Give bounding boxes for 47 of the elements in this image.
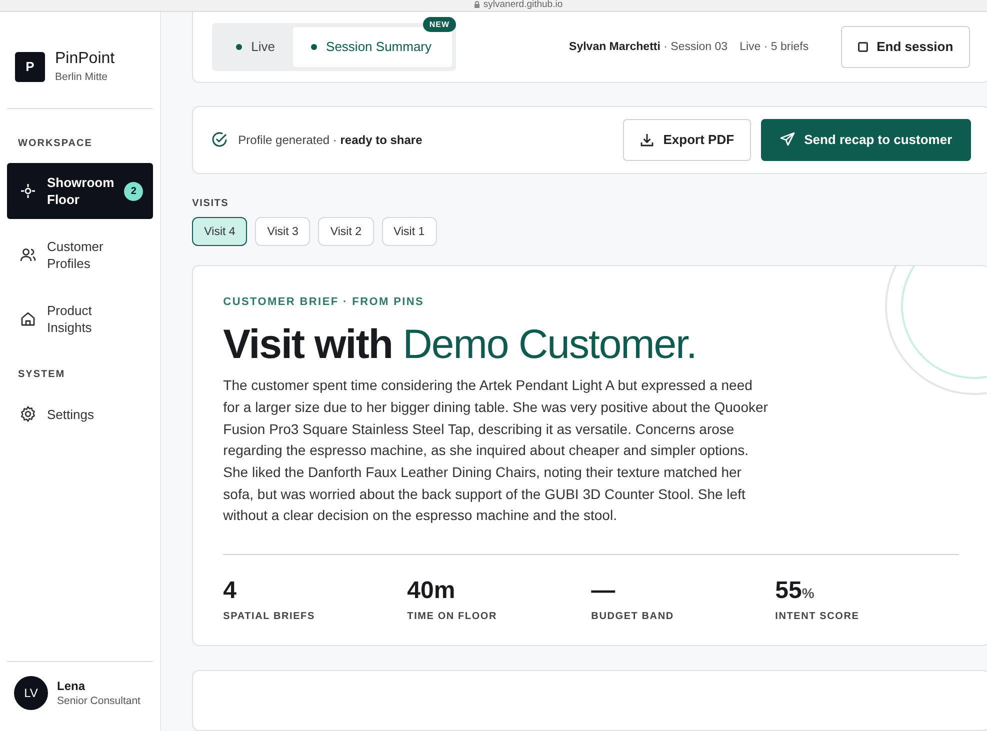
new-badge: NEW bbox=[423, 16, 456, 32]
brief-title: Visit with Demo Customer. bbox=[223, 321, 698, 368]
check-circle-icon bbox=[211, 131, 228, 148]
tab[interactable]: Session Summary bbox=[293, 26, 452, 67]
app-name: PinPoint bbox=[55, 50, 115, 68]
visit-chip[interactable]: Visit 4 bbox=[192, 217, 248, 246]
stat-value: 40m bbox=[407, 577, 456, 606]
download-icon bbox=[640, 132, 654, 147]
location-text: Berlin Mitte bbox=[55, 71, 109, 83]
user-name: Lena bbox=[57, 679, 86, 693]
session-status: Live · 5 briefs bbox=[740, 40, 809, 53]
crosshair-icon bbox=[19, 182, 37, 200]
logo: P bbox=[15, 52, 45, 82]
avatar: LV bbox=[14, 676, 48, 710]
stat-value: — bbox=[591, 577, 616, 606]
visit-chip[interactable]: Visit 3 bbox=[255, 217, 310, 246]
nav-item[interactable]: Product Insights bbox=[7, 291, 154, 347]
visit-chip[interactable]: Visit 1 bbox=[382, 217, 437, 246]
stat-label: INTENT SCORE bbox=[775, 611, 860, 622]
brief-text: The customer spent time considering the Artek Pendant Light A but expressed a need for a larger size due to her bigger dining table. She was very positive about the Quooker Fusion Pro3 Square Stainless Steel Tap, describing it as versatile. Concerns arose regarding the espresso machine, as she inquired about cheaper and simpler options. She liked the Danforth Faux Leather Dining Chairs, noting their texture matched her sofa, but was worried about the back support of the GUBI 3D Counter Stool. She left without a clear decision on the espresso machine and the stool. bbox=[223, 376, 768, 526]
stat-label: SPATIAL BRIEFS bbox=[223, 611, 316, 622]
nav-item[interactable]: Customer Profiles bbox=[7, 227, 154, 283]
home-icon bbox=[19, 310, 37, 328]
stat-label: BUDGET BAND bbox=[591, 611, 675, 622]
user-role: Senior Consultant bbox=[57, 695, 140, 707]
send-recap-button[interactable]: Send recap to customer bbox=[761, 118, 972, 161]
export-pdf-button[interactable]: Export PDF bbox=[623, 118, 752, 161]
section-heading: SYSTEM bbox=[17, 368, 66, 382]
end-session-button[interactable]: End session bbox=[840, 26, 970, 68]
nav-item[interactable]: Showroom Floor 2 bbox=[7, 163, 154, 219]
visits-label: VISITS bbox=[192, 198, 230, 210]
lock-icon bbox=[474, 1, 480, 8]
tab[interactable]: Live bbox=[216, 26, 294, 67]
section-heading: WORKSPACE bbox=[17, 137, 94, 151]
visit-chip[interactable]: Visit 2 bbox=[318, 217, 374, 246]
session-info: Sylvan Marchetti · Session 03 bbox=[569, 40, 728, 53]
stat-value: 4 bbox=[223, 577, 238, 606]
settings-icon bbox=[19, 405, 37, 423]
stat-value: 55% bbox=[775, 577, 816, 606]
send-icon bbox=[780, 132, 796, 148]
people-icon bbox=[19, 246, 37, 264]
eyebrow-text: CUSTOMER BRIEF · FROM PINS bbox=[223, 296, 426, 308]
nav-item[interactable]: Settings bbox=[7, 394, 154, 434]
count-badge: 2 bbox=[124, 182, 144, 200]
profile-status: Profile generated · ready to share bbox=[238, 132, 422, 147]
stat-label: TIME ON FLOOR bbox=[407, 611, 498, 622]
stop-icon bbox=[858, 42, 868, 52]
